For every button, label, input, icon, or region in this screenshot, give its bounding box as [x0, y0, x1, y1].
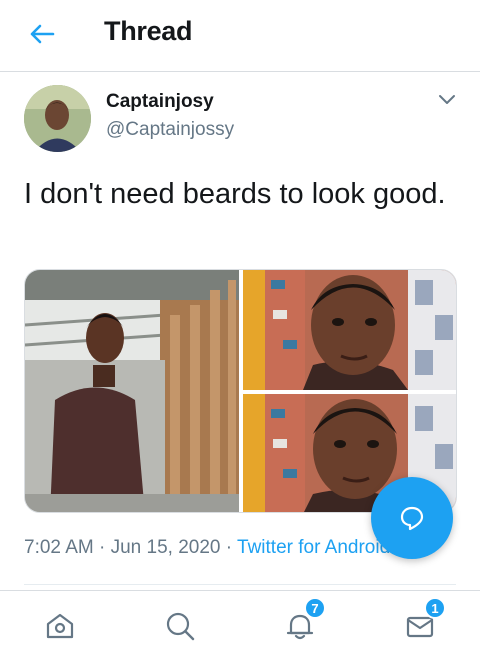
tweet-photo-2[interactable] — [243, 270, 456, 390]
back-arrow-icon — [30, 24, 55, 44]
tweet-photo-1[interactable] — [25, 270, 239, 512]
meta-separator: · — [225, 537, 238, 558]
bottom-nav: 7 1 — [0, 590, 480, 654]
meta-separator: · — [99, 537, 111, 558]
nav-search[interactable] — [160, 607, 200, 645]
tweet-source[interactable]: Twitter for Android — [237, 537, 390, 558]
avatar[interactable] — [24, 85, 91, 152]
tweet-text: I don't need beards to look good. — [24, 178, 446, 210]
tweet-options-button[interactable] — [432, 88, 462, 112]
search-icon — [166, 612, 195, 641]
chevron-down-icon — [439, 95, 455, 104]
nav-messages[interactable]: 1 — [400, 597, 446, 645]
display-name[interactable]: Captainjosy — [106, 91, 214, 113]
top-bar: Thread — [0, 0, 480, 72]
tweet-time[interactable]: 7:02 AM — [24, 537, 94, 558]
user-handle[interactable]: @Captainjossy — [106, 119, 234, 141]
tweet-date[interactable]: Jun 15, 2020 — [111, 537, 221, 558]
media-grid — [24, 269, 457, 513]
notifications-badge: 7 — [304, 597, 326, 619]
tweet-meta: 7:02 AM · Jun 15, 2020 · Twitter for And… — [24, 537, 390, 559]
nav-notifications[interactable]: 7 — [280, 597, 326, 645]
compose-reply-icon — [400, 506, 424, 531]
page-title: Thread — [104, 16, 193, 46]
reply-fab-button[interactable] — [371, 477, 453, 559]
home-icon — [46, 613, 74, 639]
messages-badge: 1 — [424, 597, 446, 619]
nav-home[interactable] — [40, 607, 80, 645]
divider — [24, 584, 456, 585]
back-button[interactable] — [22, 18, 62, 50]
avatar-photo — [24, 85, 91, 152]
